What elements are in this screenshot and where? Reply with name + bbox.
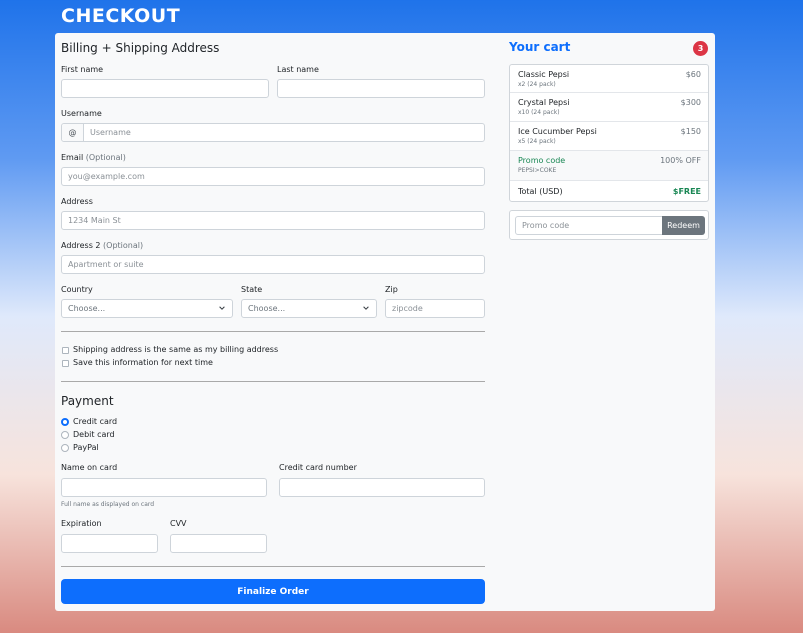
- expiration-label: Expiration: [61, 519, 102, 528]
- item-name: Classic Pepsi: [518, 70, 570, 79]
- item-price: $60: [685, 70, 701, 79]
- address2-optional-text: (Optional): [103, 241, 144, 250]
- promo-code-placeholder: Promo code: [522, 221, 570, 230]
- billing-heading: Billing + Shipping Address: [61, 41, 220, 55]
- checkout-panel: Billing + Shipping Address First name La…: [55, 33, 715, 611]
- last-name-label: Last name: [277, 65, 319, 74]
- same-address-label: Shipping address is the same as my billi…: [73, 345, 279, 354]
- save-info-checkbox[interactable]: [62, 360, 69, 367]
- at-prefix: @: [62, 124, 84, 141]
- cvv-input[interactable]: [170, 534, 267, 553]
- username-input[interactable]: @ Username: [61, 123, 485, 142]
- email-label: Email (Optional): [61, 153, 126, 162]
- finalize-order-button[interactable]: Finalize Order: [61, 579, 485, 604]
- address-label: Address: [61, 197, 93, 206]
- email-label-text: Email: [61, 153, 84, 162]
- redeem-box: Promo code Redeem: [509, 210, 709, 240]
- paypal-label: PayPal: [73, 443, 99, 452]
- item-name: Ice Cucumber Pepsi: [518, 127, 597, 136]
- payment-heading: Payment: [61, 394, 114, 408]
- save-info-label: Save this information for next time: [73, 358, 213, 367]
- list-item: Ice Cucumber Pepsi x5 (24 pack) $150: [510, 122, 708, 151]
- cart-title: Your cart: [509, 40, 571, 54]
- promo-code: PEPSI>COKE: [518, 167, 557, 174]
- total-row: Total (USD) $FREE: [510, 181, 708, 202]
- zip-placeholder: zipcode: [392, 304, 423, 313]
- country-select[interactable]: Choose...: [61, 299, 233, 318]
- address2-placeholder: Apartment or suite: [68, 260, 144, 269]
- cvv-label: CVV: [170, 519, 187, 528]
- item-price: $150: [680, 127, 701, 136]
- list-item: Classic Pepsi x2 (24 pack) $60: [510, 65, 708, 93]
- email-placeholder: you@example.com: [68, 172, 145, 181]
- country-selected: Choose...: [68, 304, 106, 313]
- email-input[interactable]: you@example.com: [61, 167, 485, 186]
- item-name: Crystal Pepsi: [518, 98, 570, 107]
- cart-count-badge: 3: [693, 41, 708, 56]
- name-on-card-label: Name on card: [61, 463, 118, 472]
- card-number-label: Credit card number: [279, 463, 357, 472]
- name-on-card-input[interactable]: [61, 478, 267, 497]
- promo-name: Promo code: [518, 156, 566, 165]
- last-name-input[interactable]: [277, 79, 485, 98]
- total-value: $FREE: [672, 187, 701, 196]
- zip-input[interactable]: zipcode: [385, 299, 485, 318]
- debit-card-radio[interactable]: [61, 431, 69, 439]
- username-label: Username: [61, 109, 102, 118]
- divider: [61, 331, 485, 332]
- address-input[interactable]: 1234 Main St: [61, 211, 485, 230]
- country-label: Country: [61, 285, 93, 294]
- debit-card-label: Debit card: [73, 430, 115, 439]
- promo-code-input[interactable]: Promo code: [515, 216, 663, 235]
- state-select[interactable]: Choose...: [241, 299, 377, 318]
- item-price: $300: [680, 98, 701, 107]
- item-desc: x5 (24 pack): [518, 138, 556, 145]
- address-placeholder: 1234 Main St: [68, 216, 121, 225]
- card-number-input[interactable]: [279, 478, 485, 497]
- promo-row: Promo code PEPSI>COKE 100% OFF: [510, 151, 708, 181]
- expiration-input[interactable]: [61, 534, 158, 553]
- item-desc: x10 (24 pack): [518, 109, 560, 116]
- first-name-label: First name: [61, 65, 104, 74]
- first-name-input[interactable]: [61, 79, 269, 98]
- chevron-down-icon: [363, 306, 369, 310]
- state-label: State: [241, 285, 263, 294]
- address2-input[interactable]: Apartment or suite: [61, 255, 485, 274]
- list-item: Crystal Pepsi x10 (24 pack) $300: [510, 93, 708, 122]
- redeem-button[interactable]: Redeem: [662, 216, 705, 235]
- chevron-down-icon: [219, 306, 225, 310]
- divider: [61, 381, 485, 382]
- divider: [61, 566, 485, 567]
- address2-label-text: Address 2: [61, 241, 101, 250]
- total-label: Total (USD): [518, 187, 563, 196]
- item-desc: x2 (24 pack): [518, 81, 556, 88]
- paypal-radio[interactable]: [61, 444, 69, 452]
- state-selected: Choose...: [248, 304, 286, 313]
- page-title: CHECKOUT: [61, 5, 181, 27]
- credit-card-radio[interactable]: [61, 418, 69, 426]
- credit-card-label: Credit card: [73, 417, 118, 426]
- promo-value: 100% OFF: [660, 156, 701, 165]
- same-address-checkbox[interactable]: [62, 347, 69, 354]
- name-on-card-help: Full name as displayed on card: [61, 501, 155, 508]
- username-placeholder: Username: [90, 128, 131, 137]
- cart-list: Classic Pepsi x2 (24 pack) $60 Crystal P…: [509, 64, 709, 202]
- email-optional-text: (Optional): [85, 153, 126, 162]
- address2-label: Address 2 (Optional): [61, 241, 143, 250]
- zip-label: Zip: [385, 285, 398, 294]
